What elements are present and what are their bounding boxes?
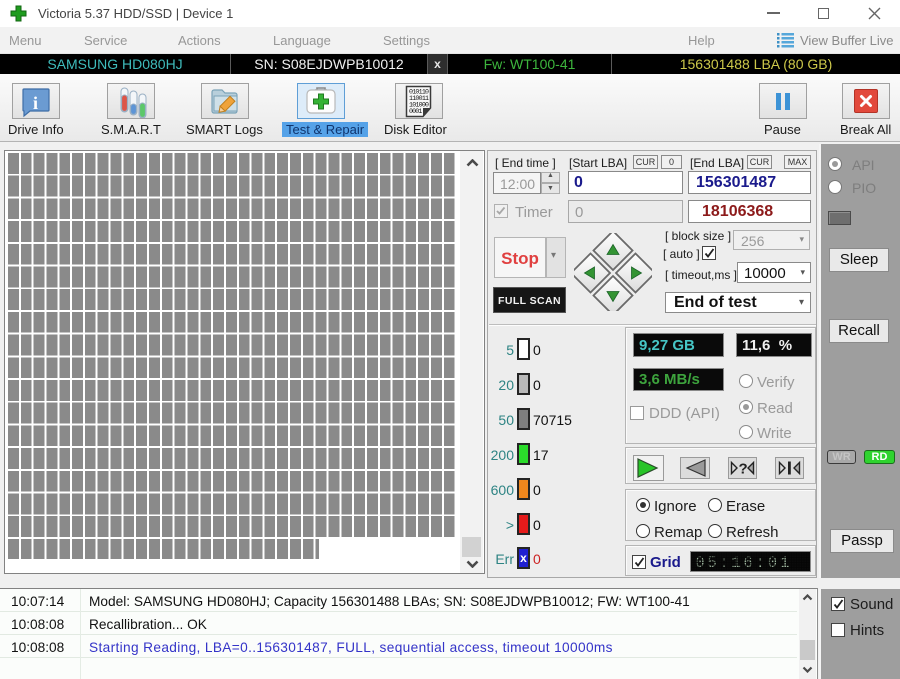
svg-text:0001: 0001 [409,108,422,115]
svg-text:i: i [33,93,38,113]
svg-text:?: ? [739,461,748,478]
